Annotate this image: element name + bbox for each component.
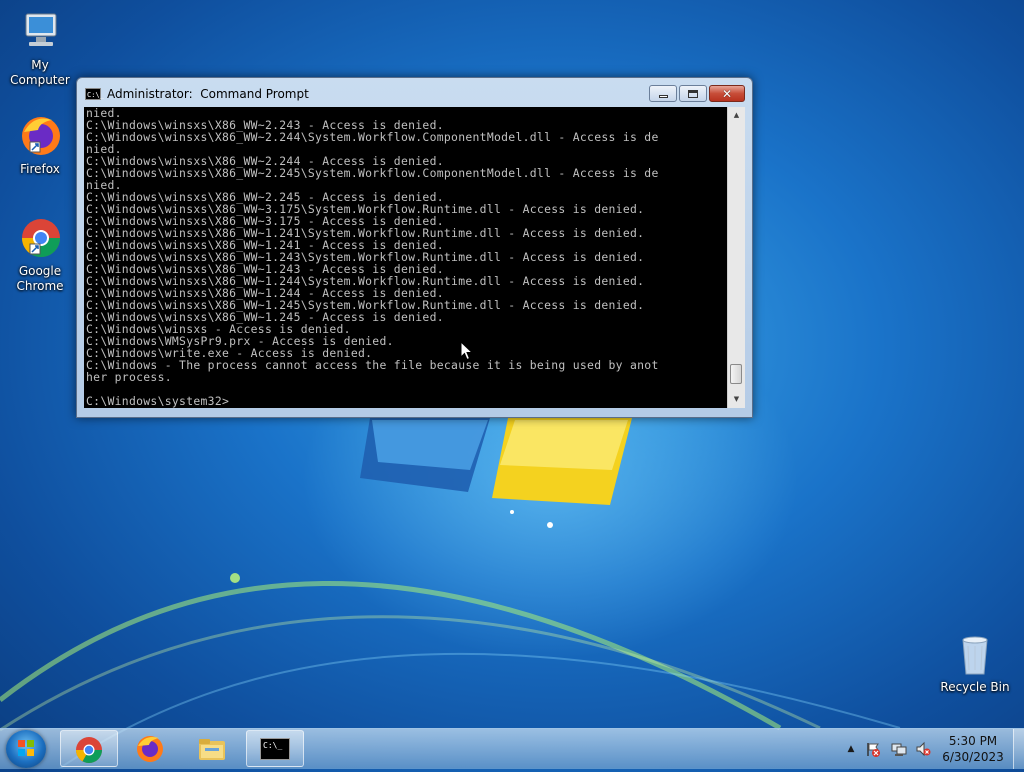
console-line: C:\Windows\winsxs\X86_WW~2.244\System.Wo…: [86, 130, 659, 144]
desktop-icon-firefox[interactable]: Firefox: [0, 112, 80, 177]
clock-time: 5:30 PM: [948, 734, 998, 748]
desktop-icon-google-chrome[interactable]: Google Chrome: [0, 214, 80, 294]
window-title: Administrator: Command Prompt: [107, 87, 309, 101]
desktop-icon-recycle-bin[interactable]: Recycle Bin: [935, 630, 1015, 695]
chrome-icon: [16, 214, 64, 262]
minimize-icon: [658, 95, 668, 98]
taskbar-item-command-prompt[interactable]: C:\_: [246, 730, 304, 767]
maximize-button[interactable]: [679, 85, 707, 102]
console-text: nied. C:\Windows\winsxs\X86_WW~2.243 - A…: [84, 107, 727, 407]
mouse-cursor-icon: [460, 341, 474, 361]
vertical-scrollbar[interactable]: ▲ ▼: [727, 107, 745, 408]
taskbar: C:\_ ▲ 5:30 PM 6/30/2023: [0, 728, 1024, 769]
scrollbar-thumb[interactable]: [730, 364, 742, 384]
taskbar-item-chrome[interactable]: [60, 730, 118, 767]
scroll-down-arrow-icon[interactable]: ▼: [728, 391, 745, 408]
start-button[interactable]: [6, 730, 46, 768]
console-line: C:\Windows\winsxs\X86_WW~2.245\System.Wo…: [86, 166, 659, 180]
cmd-icon: C:\_: [85, 88, 104, 100]
action-center-flag-icon[interactable]: [865, 741, 881, 757]
close-button[interactable]: ✕: [709, 85, 745, 102]
firefox-icon: [137, 736, 163, 762]
window-titlebar[interactable]: C:\_ Administrator: Command Prompt: [85, 85, 309, 103]
desktop-icon-my-computer[interactable]: My Computer: [0, 8, 80, 88]
clock-date: 6/30/2023: [942, 750, 1004, 764]
volume-muted-icon[interactable]: [915, 741, 931, 757]
firefox-icon: [16, 112, 64, 160]
minimize-button[interactable]: [649, 85, 677, 102]
show-desktop-button[interactable]: [1013, 729, 1024, 769]
close-icon: ✕: [721, 86, 733, 101]
scroll-up-arrow-icon[interactable]: ▲: [728, 107, 745, 124]
cmd-icon: C:\_: [260, 738, 290, 760]
console-line: C:\Windows\system32>: [86, 394, 230, 408]
computer-icon: [16, 8, 64, 56]
folder-icon: [199, 739, 225, 760]
show-hidden-icons-button[interactable]: ▲: [843, 741, 859, 757]
command-prompt-window[interactable]: C:\_ Administrator: Command Prompt ✕ nie…: [76, 77, 753, 418]
console-line: her process.: [86, 370, 172, 384]
taskbar-item-firefox[interactable]: [122, 730, 180, 767]
recycle-bin-icon: [951, 630, 999, 678]
taskbar-clock[interactable]: 5:30 PM 6/30/2023: [938, 733, 1008, 765]
taskbar-item-explorer[interactable]: [184, 730, 242, 767]
windows-logo-icon: [18, 740, 34, 756]
maximize-icon: [688, 89, 698, 98]
chrome-icon: [75, 737, 103, 764]
network-icon[interactable]: [891, 741, 907, 757]
console-output[interactable]: nied. C:\Windows\winsxs\X86_WW~2.243 - A…: [84, 107, 727, 408]
